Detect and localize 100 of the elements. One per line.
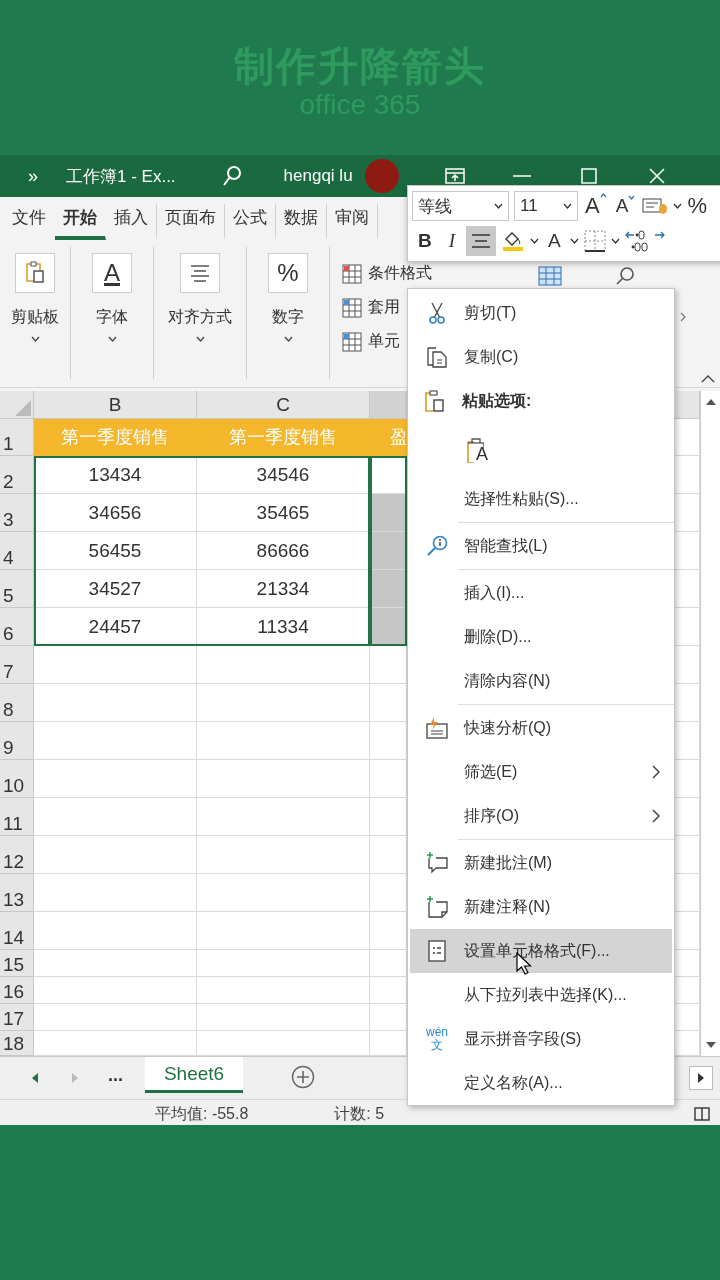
shrink-font-button[interactable]: A xyxy=(613,193,638,220)
font-color-button[interactable]: A xyxy=(544,225,565,256)
table-style-icon[interactable] xyxy=(342,331,362,352)
previous-sheet-icon[interactable] xyxy=(32,1073,38,1083)
caret-icon[interactable] xyxy=(107,336,117,342)
italic-button[interactable]: I xyxy=(442,225,462,256)
pinyin-icon: wén 文 xyxy=(426,1026,448,1052)
scissors-icon xyxy=(429,302,445,324)
ribbon-tab[interactable]: 文件 xyxy=(4,204,55,240)
ribbon-group-button[interactable]: % xyxy=(268,253,308,293)
paste-option-button[interactable]: A xyxy=(464,435,490,465)
menu-item[interactable]: 排序(O) xyxy=(410,794,672,838)
cells-icon[interactable] xyxy=(538,266,562,286)
row-header[interactable]: 7 xyxy=(0,646,34,684)
row-header[interactable]: 17 xyxy=(0,1004,34,1031)
font-name-field[interactable]: 等线 xyxy=(412,191,509,222)
scroll-up-icon[interactable] xyxy=(705,399,716,405)
row-header[interactable]: 8 xyxy=(0,684,34,722)
menu-item[interactable]: 插入(I)... xyxy=(410,571,672,615)
ribbon-group-button[interactable]: A xyxy=(92,253,132,293)
bold-button[interactable]: B xyxy=(412,225,438,256)
column-header[interactable]: C xyxy=(197,391,370,419)
menu-item[interactable]: 智能查找(L) xyxy=(410,524,672,568)
copy-icon xyxy=(426,346,448,368)
table-style-icon[interactable] xyxy=(342,297,362,318)
table-cell: 21334 xyxy=(197,570,370,608)
ribbon-tab[interactable]: 公式 xyxy=(225,204,276,240)
decimal-icon[interactable] xyxy=(624,228,665,253)
caret-icon[interactable] xyxy=(195,336,205,342)
style-command[interactable]: 条件格式 xyxy=(368,263,432,284)
ribbon-tab[interactable]: 开始 xyxy=(55,204,106,240)
quick-access-more[interactable]: » xyxy=(28,165,38,187)
menu-item[interactable]: 清除内容(N) xyxy=(410,659,672,703)
menu-item[interactable]: wén 文 显示拼音字段(S) xyxy=(410,1017,672,1061)
vertical-scrollbar[interactable] xyxy=(700,391,720,1056)
add-sheet-icon[interactable] xyxy=(291,1065,315,1089)
caret-icon[interactable] xyxy=(610,237,620,244)
row-header[interactable]: 13 xyxy=(0,874,34,912)
row-header[interactable]: 4 xyxy=(0,532,34,570)
row-header[interactable]: 5 xyxy=(0,570,34,608)
align-icon[interactable] xyxy=(180,253,220,293)
ribbon-tab[interactable]: 插入 xyxy=(106,204,157,240)
row-header[interactable]: 14 xyxy=(0,912,34,950)
caret-icon[interactable] xyxy=(30,336,40,342)
ribbon-tab[interactable]: 页面布 xyxy=(157,204,225,240)
more-sheets[interactable]: ... xyxy=(108,1065,123,1086)
grow-font-button[interactable]: A xyxy=(583,191,609,222)
ribbon-tab[interactable]: 数据 xyxy=(276,204,327,240)
row-header[interactable]: 18 xyxy=(0,1031,34,1056)
row-header[interactable]: 3 xyxy=(0,494,34,532)
column-header[interactable]: B xyxy=(34,391,197,419)
collapse-ribbon-icon[interactable] xyxy=(701,375,715,383)
page-layout-icon[interactable] xyxy=(694,1107,711,1121)
menu-item[interactable]: 新建注释(N) xyxy=(410,885,672,929)
sheet-tab[interactable]: Sheet6 xyxy=(145,1057,243,1093)
percent-button[interactable]: % xyxy=(687,193,707,220)
scroll-right-button[interactable] xyxy=(689,1066,713,1090)
caret-icon[interactable] xyxy=(283,336,293,342)
row-header[interactable]: 16 xyxy=(0,977,34,1004)
row-header[interactable]: 10 xyxy=(0,760,34,798)
row-header[interactable]: 11 xyxy=(0,798,34,836)
caret-icon[interactable] xyxy=(530,237,540,244)
minimize-icon[interactable] xyxy=(512,174,531,178)
menu-item[interactable]: 从下拉列表中选择(K)... xyxy=(410,973,672,1017)
caret-icon[interactable] xyxy=(673,203,683,210)
cell-style-icon[interactable] xyxy=(642,196,669,217)
search-icon[interactable] xyxy=(221,165,242,187)
menu-item[interactable]: 选择性粘贴(S)... xyxy=(410,477,672,521)
style-command[interactable]: 单元 xyxy=(368,331,400,352)
menu-item[interactable]: 剪切(T) xyxy=(410,291,672,335)
table-cell: 86666 xyxy=(197,532,370,570)
menu-item[interactable]: 定义名称(A)... xyxy=(410,1061,672,1105)
font-size-field[interactable]: 11 xyxy=(514,191,578,222)
row-header[interactable]: 15 xyxy=(0,950,34,977)
maximize-icon[interactable] xyxy=(580,168,597,184)
row-header[interactable]: 2 xyxy=(0,456,34,494)
table-style-icon[interactable] xyxy=(342,263,362,284)
row-header[interactable]: 1 xyxy=(0,419,34,456)
menu-item[interactable]: 新建批注(M) xyxy=(410,841,672,885)
chevron-right-icon[interactable] xyxy=(680,312,686,322)
search-icon[interactable] xyxy=(614,266,636,286)
menu-item[interactable]: 设置单元格格式(F)... xyxy=(410,929,672,973)
menu-item[interactable]: 删除(D)... xyxy=(410,615,672,659)
caret-icon[interactable] xyxy=(569,237,579,244)
user-name[interactable]: hengqi lu xyxy=(283,166,353,186)
row-header[interactable]: 12 xyxy=(0,836,34,874)
row-header[interactable]: 6 xyxy=(0,608,34,646)
clipboard-icon[interactable] xyxy=(15,253,55,293)
menu-item[interactable]: 快速分析(Q) xyxy=(410,706,672,750)
scroll-down-icon[interactable] xyxy=(705,1042,716,1048)
borders-icon[interactable] xyxy=(583,229,606,252)
center-align-button[interactable] xyxy=(466,225,497,256)
close-icon[interactable] xyxy=(648,168,665,184)
menu-item[interactable]: 复制(C) xyxy=(410,335,672,379)
table-cell: 34546 xyxy=(197,456,370,494)
ribbon-tab[interactable]: 审阅 xyxy=(327,204,378,240)
style-command[interactable]: 套用 xyxy=(368,297,400,318)
ribbon-display-icon[interactable] xyxy=(444,168,465,184)
menu-item[interactable]: 筛选(E) xyxy=(410,750,672,794)
row-header[interactable]: 9 xyxy=(0,722,34,760)
